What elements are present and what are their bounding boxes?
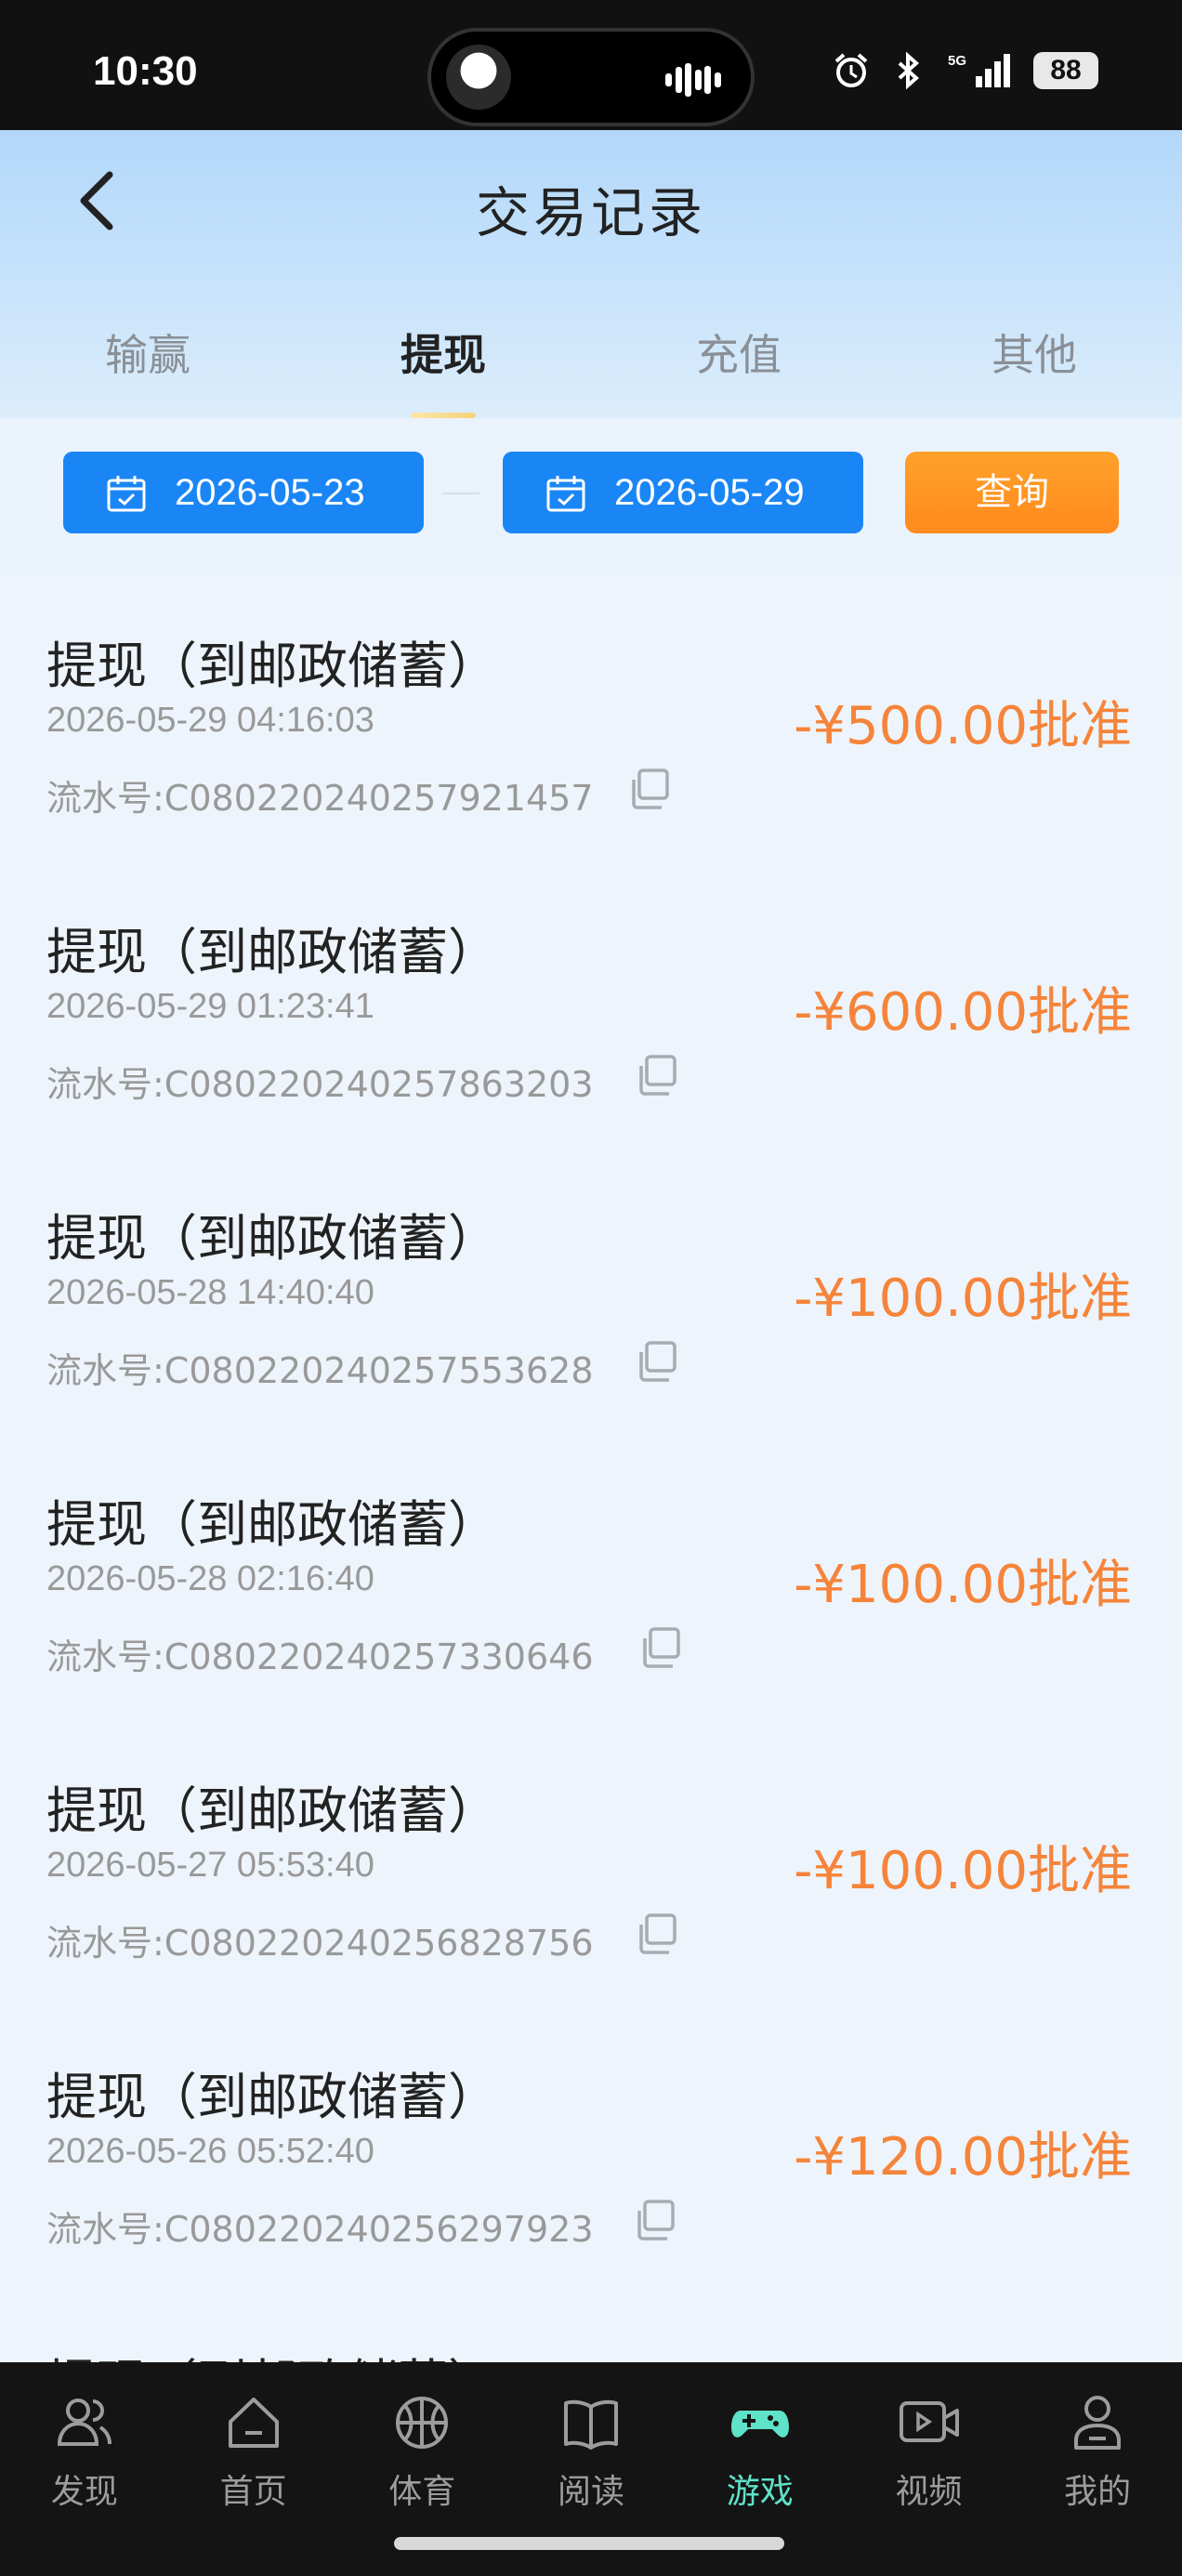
list-item[interactable]: 提现（到邮政储蓄） 2026-05-29 04:16:03 流水号:C08022… [0,576,1182,862]
list-item[interactable]: 提现（到邮政储蓄） 2026-05-29 01:23:41 流水号:C08022… [0,862,1182,1149]
signal-5g-icon: 5G [948,52,1013,89]
record-time: 2026-05-27 05:53:40 [46,1846,374,1885]
copy-icon[interactable] [626,767,671,811]
record-serial: 流水号:C080220240257553628 [46,1350,594,1391]
record-title: 提现（到邮政储蓄） [46,1209,498,1268]
battery-indicator: 88 [1033,52,1098,89]
nav-item-home[interactable]: 首页 [169,2362,338,2576]
calendar-icon [107,476,146,512]
record-time: 2026-05-28 14:40:40 [46,1273,374,1312]
nav-label: 阅读 [558,2473,625,2511]
gamepad-icon [730,2411,789,2438]
record-amount: -¥100.00批准 [794,1555,1132,1615]
record-serial: 流水号:C080220240257921457 [46,778,594,819]
home-indicator [394,2537,784,2550]
record-title: 提现（到邮政储蓄） [46,923,498,981]
end-date-value: 2026-05-29 [614,472,805,513]
list-item[interactable]: 提现（到邮政储蓄） 2026-05-28 02:16:40 流水号:C08022… [0,1435,1182,1721]
tab-other[interactable]: 其他 [886,273,1182,418]
status-time: 10:30 [93,48,198,94]
users-icon [57,2399,112,2446]
start-date-picker[interactable]: 2026-05-23 [63,452,424,533]
record-time: 2026-05-29 04:16:03 [46,701,374,740]
record-time: 2026-05-26 05:52:40 [46,2132,374,2171]
tab-withdraw[interactable]: 提现 [296,273,591,418]
book-icon [564,2399,619,2450]
record-amount: -¥100.00批准 [794,1268,1132,1329]
record-amount: -¥500.00批准 [794,696,1132,756]
nav-label: 视频 [895,2473,963,2511]
status-bar: 10:30 5G 88 [0,0,1182,130]
record-serial: 流水号:C080220240256297923 [46,2209,594,2250]
copy-icon[interactable] [632,2198,676,2242]
record-amount: -¥120.00批准 [794,2127,1132,2188]
island-avatar [446,45,511,110]
tab-recharge[interactable]: 充值 [591,273,886,418]
video-icon [900,2401,960,2442]
copy-icon[interactable] [637,1625,682,1670]
list-item[interactable]: 提现（到邮政储蓄） 2026-05-27 05:53:40 流水号:C08022… [0,1721,1182,2007]
record-amount: -¥600.00批准 [794,982,1132,1043]
query-button[interactable]: 查询 [905,452,1119,533]
header: 交易记录 [0,130,1182,273]
basketball-icon [396,2397,449,2449]
tab-win-loss[interactable]: 输赢 [0,273,296,418]
tab-bar: 输赢 提现 充值 其他 [0,273,1182,418]
copy-icon[interactable] [634,1053,678,1097]
nav-label: 首页 [219,2473,287,2511]
date-separator [442,493,479,494]
bluetooth-icon [890,51,927,90]
copy-icon[interactable] [634,1339,678,1384]
record-title: 提现（到邮政储蓄） [46,2068,498,2126]
nav-label: 游戏 [726,2473,794,2511]
record-time: 2026-05-29 01:23:41 [46,987,374,1026]
network-label: 5G [948,53,966,69]
record-title: 提现（到邮政储蓄） [46,637,498,695]
page-title: 交易记录 [475,181,706,244]
home-icon [228,2398,279,2448]
record-amount: -¥100.00批准 [794,1841,1132,1901]
end-date-picker[interactable]: 2026-05-29 [503,452,863,533]
date-filter: 2026-05-23 2026-05-29 查询 [0,418,1182,576]
record-time: 2026-05-28 02:16:40 [46,1559,374,1598]
list-item[interactable]: 提现（到邮政储蓄） [0,2293,1182,2362]
start-date-value: 2026-05-23 [175,472,365,513]
nav-label: 体育 [388,2473,456,2511]
audio-wave-icon [665,63,721,97]
record-serial: 流水号:C080220240257863203 [46,1064,594,1105]
record-serial: 流水号:C080220240256828756 [46,1923,594,1964]
transaction-list: 提现（到邮政储蓄） 2026-05-29 04:16:03 流水号:C08022… [0,576,1182,2362]
record-title: 提现（到邮政储蓄） [46,1781,498,1840]
record-title: 提现（到邮政储蓄） [46,2342,498,2362]
record-serial: 流水号:C080220240257330646 [46,1636,594,1677]
copy-icon[interactable] [634,1912,678,1956]
nav-item-profile[interactable]: 我的 [1013,2362,1182,2576]
dynamic-island [427,28,755,126]
nav-label: 发现 [50,2473,118,2511]
profile-icon [1074,2396,1122,2450]
nav-item-video[interactable]: 视频 [845,2362,1014,2576]
nav-label: 我的 [1064,2473,1132,2511]
list-item[interactable]: 提现（到邮政储蓄） 2026-05-26 05:52:40 流水号:C08022… [0,2007,1182,2293]
record-title: 提现（到邮政储蓄） [46,1495,498,1554]
calendar-icon [546,476,585,512]
nav-item-discover[interactable]: 发现 [0,2362,169,2576]
alarm-icon [833,52,870,89]
status-icons: 5G 88 [833,51,1098,90]
list-item[interactable]: 提现（到邮政储蓄） 2026-05-28 14:40:40 流水号:C08022… [0,1149,1182,1435]
